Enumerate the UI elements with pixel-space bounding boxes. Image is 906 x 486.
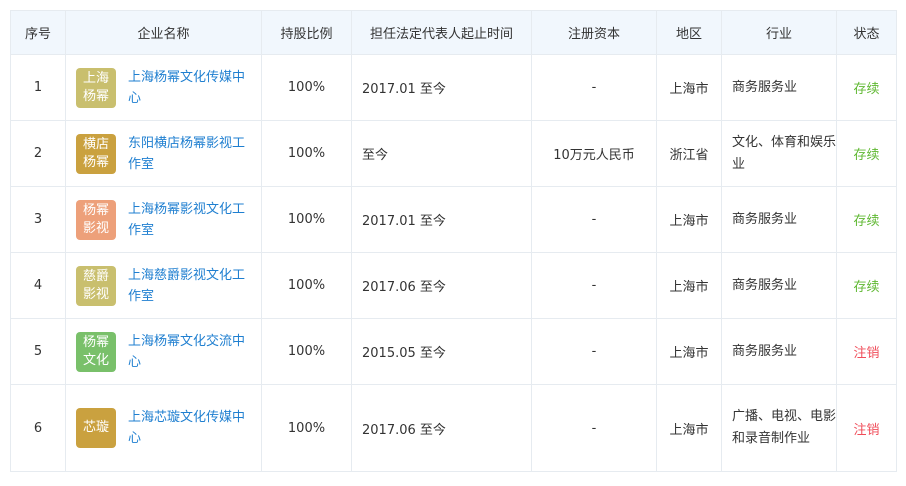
capital-cell: - [531,186,657,253]
table-header-row: 序号 企业名称 持股比例 担任法定代表人起止时间 注册资本 地区 行业 状态 [10,10,897,55]
status-cell: 存续 [836,252,897,319]
company-logo: 杨幂影视 [76,199,116,240]
table-row: 6 芯璇 上海芯璇文化传媒中心 100% 2017.06 至今 - 上海市 广播… [10,384,897,472]
status-cell: 存续 [836,186,897,253]
period-cell: 至今 [351,120,532,187]
industry-cell: 商务服务业 [721,318,837,385]
region-cell: 浙江省 [656,120,722,187]
header-capital: 注册资本 [531,10,657,55]
company-logo: 杨幂文化 [76,331,116,372]
period-cell: 2017.06 至今 [351,384,532,472]
company-name-link[interactable]: 上海芯璇文化传媒中心 [128,407,250,449]
header-status: 状态 [836,10,897,55]
company-cell: 上海杨幂 上海杨幂文化传媒中心 [65,54,262,121]
period-cell: 2017.01 至今 [351,186,532,253]
company-cell: 横店杨幂 东阳横店杨幂影视工作室 [65,120,262,187]
region-cell: 上海市 [656,318,722,385]
table-row: 5 杨幂文化 上海杨幂文化交流中心 100% 2015.05 至今 - 上海市 … [10,318,897,385]
company-cell: 慈爵影视 上海慈爵影视文化工作室 [65,252,262,319]
table-row: 3 杨幂影视 上海杨幂影视文化工作室 100% 2017.01 至今 - 上海市… [10,186,897,253]
company-cell: 杨幂影视 上海杨幂影视文化工作室 [65,186,262,253]
company-name-link[interactable]: 上海杨幂影视文化工作室 [128,199,250,241]
row-index: 4 [10,252,66,319]
industry-cell: 商务服务业 [721,252,837,319]
company-logo: 慈爵影视 [76,265,116,306]
header-share: 持股比例 [261,10,352,55]
row-index: 2 [10,120,66,187]
share-cell: 100% [261,54,352,121]
header-region: 地区 [656,10,722,55]
table-row: 4 慈爵影视 上海慈爵影视文化工作室 100% 2017.06 至今 - 上海市… [10,252,897,319]
share-cell: 100% [261,384,352,472]
company-name-link[interactable]: 上海慈爵影视文化工作室 [128,265,250,307]
capital-cell: 10万元人民币 [531,120,657,187]
capital-cell: - [531,384,657,472]
row-index: 6 [10,384,66,472]
header-industry: 行业 [721,10,837,55]
industry-cell: 广播、电视、电影和录音制作业 [721,384,837,472]
table-row: 2 横店杨幂 东阳横店杨幂影视工作室 100% 至今 10万元人民币 浙江省 文… [10,120,897,187]
company-logo: 上海杨幂 [76,67,116,108]
share-cell: 100% [261,120,352,187]
header-index: 序号 [10,10,66,55]
company-name-link[interactable]: 上海杨幂文化交流中心 [128,331,250,373]
region-cell: 上海市 [656,384,722,472]
share-cell: 100% [261,318,352,385]
industry-cell: 商务服务业 [721,186,837,253]
company-logo-text: 杨幂文化 [82,334,109,368]
share-cell: 100% [261,252,352,319]
region-cell: 上海市 [656,252,722,319]
company-cell: 杨幂文化 上海杨幂文化交流中心 [65,318,262,385]
capital-cell: - [531,252,657,319]
industry-cell: 文化、体育和娱乐业 [721,120,837,187]
company-name-link[interactable]: 东阳横店杨幂影视工作室 [128,133,250,175]
row-index: 5 [10,318,66,385]
period-cell: 2015.05 至今 [351,318,532,385]
company-logo: 横店杨幂 [76,133,116,174]
company-logo: 芯璇 [76,408,116,448]
company-logo-text: 横店杨幂 [82,136,109,170]
company-logo-text: 慈爵影视 [82,268,109,302]
period-cell: 2017.01 至今 [351,54,532,121]
capital-cell: - [531,318,657,385]
status-cell: 注销 [836,384,897,472]
region-cell: 上海市 [656,54,722,121]
period-cell: 2017.06 至今 [351,252,532,319]
status-cell: 存续 [836,120,897,187]
company-cell: 芯璇 上海芯璇文化传媒中心 [65,384,262,472]
company-name-link[interactable]: 上海杨幂文化传媒中心 [128,67,250,109]
row-index: 1 [10,54,66,121]
company-logo-text: 芯璇 [82,420,109,435]
company-logo-text: 杨幂影视 [82,202,109,236]
industry-cell: 商务服务业 [721,54,837,121]
status-cell: 注销 [836,318,897,385]
header-period: 担任法定代表人起止时间 [351,10,532,55]
capital-cell: - [531,54,657,121]
header-company: 企业名称 [65,10,262,55]
share-cell: 100% [261,186,352,253]
enterprise-table-container: 序号 企业名称 持股比例 担任法定代表人起止时间 注册资本 地区 行业 状态 1… [10,10,897,472]
table-row: 1 上海杨幂 上海杨幂文化传媒中心 100% 2017.01 至今 - 上海市 … [10,54,897,121]
status-cell: 存续 [836,54,897,121]
row-index: 3 [10,186,66,253]
enterprise-table: 序号 企业名称 持股比例 担任法定代表人起止时间 注册资本 地区 行业 状态 1… [10,10,897,472]
company-logo-text: 上海杨幂 [82,70,109,104]
region-cell: 上海市 [656,186,722,253]
